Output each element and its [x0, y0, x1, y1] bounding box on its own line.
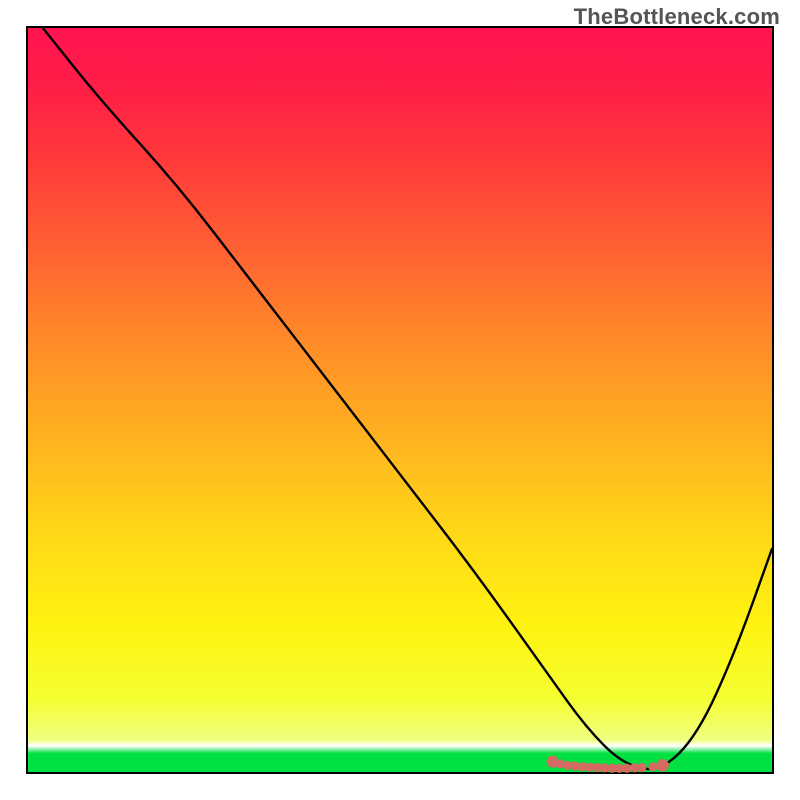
- bottleneck-chart: [0, 0, 800, 800]
- marker-dot: [637, 763, 646, 772]
- plot-background-gradient: [28, 28, 772, 772]
- watermark-text: TheBottleneck.com: [574, 4, 780, 30]
- marker-dot: [648, 762, 657, 771]
- chart-container: { "watermark": "TheBottleneck.com", "cha…: [0, 0, 800, 800]
- marker-dot: [656, 759, 668, 771]
